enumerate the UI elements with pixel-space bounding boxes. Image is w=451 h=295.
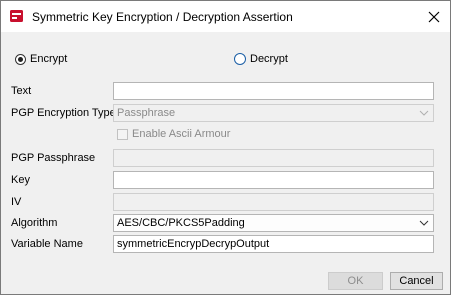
- radio-checked-icon: [15, 53, 26, 65]
- iv-input[interactable]: [113, 193, 434, 211]
- decrypt-radio[interactable]: Decrypt: [234, 53, 288, 65]
- ascii-armour-checkbox[interactable]: Enable Ascii Armour: [117, 128, 230, 140]
- algorithm-value: AES/CBC/PKCS5Padding: [117, 217, 245, 229]
- window-title: Symmetric Key Encryption / Decryption As…: [32, 10, 293, 24]
- cancel-button[interactable]: Cancel: [390, 272, 443, 290]
- algorithm-select[interactable]: AES/CBC/PKCS5Padding: [113, 214, 434, 232]
- encrypt-radio[interactable]: Encrypt: [15, 53, 67, 65]
- pgp-passphrase-label: PGP Passphrase: [11, 152, 96, 164]
- text-label: Text: [11, 85, 32, 97]
- iv-label: IV: [11, 196, 22, 208]
- radio-unchecked-icon: [234, 53, 246, 65]
- algorithm-label: Algorithm: [11, 217, 58, 229]
- text-input[interactable]: [113, 82, 434, 100]
- checkbox-box: [117, 128, 128, 140]
- key-label: Key: [11, 174, 30, 186]
- close-button[interactable]: [421, 6, 447, 28]
- encrypt-label: Encrypt: [30, 53, 68, 65]
- key-input[interactable]: [113, 171, 434, 189]
- pgp-passphrase-input[interactable]: [113, 149, 434, 167]
- title-bar: Symmetric Key Encryption / Decryption As…: [1, 1, 450, 32]
- chevron-down-icon: [419, 110, 429, 116]
- ascii-armour-label: Enable Ascii Armour: [132, 128, 231, 140]
- dialog-window: Symmetric Key Encryption / Decryption As…: [0, 0, 451, 295]
- pgp-type-select[interactable]: Passphrase: [113, 104, 434, 122]
- pgp-type-value: Passphrase: [117, 107, 176, 119]
- chevron-down-icon: [419, 220, 429, 226]
- decrypt-label: Decrypt: [250, 53, 288, 65]
- ok-button[interactable]: OK: [328, 272, 383, 290]
- variable-name-label: Variable Name: [11, 238, 83, 250]
- variable-name-input[interactable]: symmetricEncrypDecrypOutput: [113, 235, 434, 253]
- app-icon: [10, 10, 23, 22]
- pgp-type-label: PGP Encryption Type: [11, 107, 116, 119]
- close-icon: [428, 11, 440, 23]
